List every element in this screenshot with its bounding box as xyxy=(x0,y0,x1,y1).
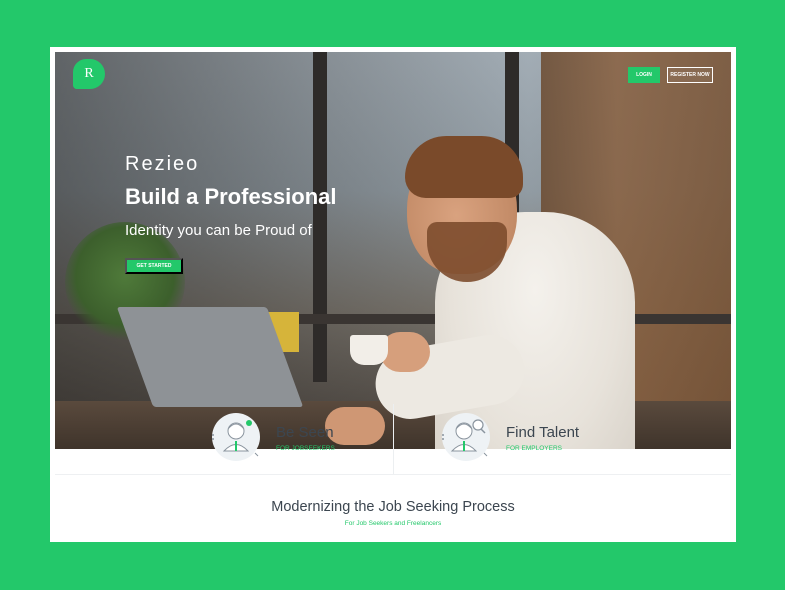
page-frame: R LOGIN REGISTER NOW Rezieo Build a Prof… xyxy=(50,47,736,542)
logo-icon[interactable]: R xyxy=(73,59,105,89)
hero-title: Build a Professional xyxy=(125,184,337,209)
logo-letter: R xyxy=(84,66,94,81)
feature-title: Find Talent xyxy=(506,424,580,441)
get-started-button[interactable]: GET STARTED xyxy=(125,258,183,274)
hero-subtitle: Identity you can be Proud of xyxy=(125,222,312,239)
feature-subtitle: FOR JOBSEEKERS xyxy=(276,445,335,452)
hero-coffee-cup xyxy=(350,335,388,365)
register-button[interactable]: REGISTER NOW xyxy=(667,67,713,83)
feature-employers[interactable]: Find Talent FOR EMPLOYERS xyxy=(440,407,620,467)
hero-person-hair xyxy=(405,136,523,198)
feature-divider xyxy=(393,404,394,474)
section-divider xyxy=(55,474,731,475)
feature-title: Be Seen xyxy=(276,424,334,441)
hero-banner: R LOGIN REGISTER NOW Rezieo Build a Prof… xyxy=(55,52,731,449)
section-subtitle: For Job Seekers and Freelancers xyxy=(344,520,442,527)
feature-jobseekers[interactable]: Be Seen FOR JOBSEEKERS xyxy=(210,407,380,467)
brand-name: Rezieo xyxy=(125,153,200,175)
feature-subtitle: FOR EMPLOYERS xyxy=(506,445,562,452)
login-button[interactable]: LOGIN xyxy=(628,67,660,83)
employer-search-icon xyxy=(442,413,490,461)
jobseeker-icon xyxy=(212,413,260,461)
hero-window-frame xyxy=(313,52,327,382)
section-title: Modernizing the Job Seeking Process xyxy=(271,499,515,515)
